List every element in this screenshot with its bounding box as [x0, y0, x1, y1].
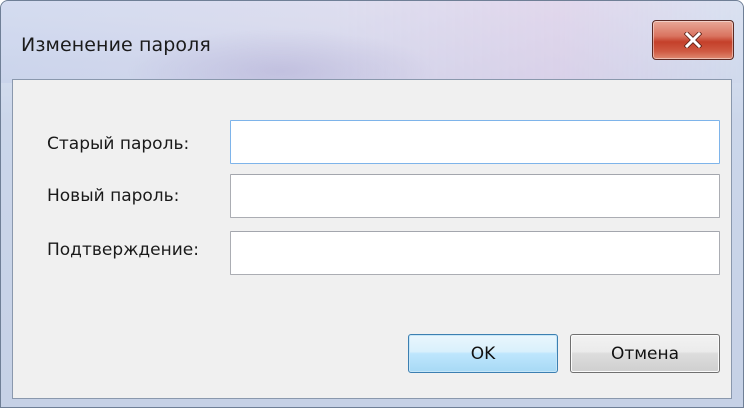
ok-button[interactable]: OK	[408, 334, 558, 373]
dialog-body: Старый пароль: Новый пароль: Подтвержден…	[12, 79, 732, 399]
new-password-label: Новый пароль:	[47, 186, 180, 206]
close-icon	[684, 32, 702, 48]
title-bar[interactable]: Изменение пароля	[1, 1, 743, 83]
old-password-label: Старый пароль:	[47, 134, 190, 154]
cancel-button[interactable]: Отмена	[570, 334, 720, 373]
new-password-field[interactable]	[230, 174, 720, 218]
confirm-password-field[interactable]	[230, 231, 720, 275]
confirm-password-label: Подтверждение:	[47, 240, 199, 260]
old-password-field[interactable]	[230, 120, 720, 164]
window-title: Изменение пароля	[21, 34, 211, 56]
dialog-window: Изменение пароля Старый пароль: Новый па…	[0, 0, 744, 408]
close-button[interactable]	[652, 20, 734, 60]
